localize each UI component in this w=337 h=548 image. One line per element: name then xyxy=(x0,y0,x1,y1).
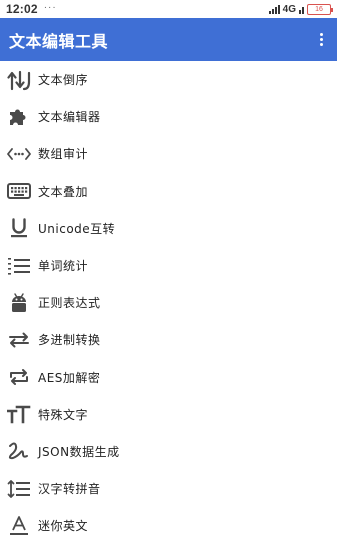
menu-item-base-convert[interactable]: 多进制转换 xyxy=(0,321,337,358)
menu-item-label: 迷你英文 xyxy=(38,519,89,534)
app-screen: 12:02 ··· 4G 16 文本编辑工具 文本倒序 文本编辑器 数组审计 文… xyxy=(0,0,337,548)
format-size-icon xyxy=(6,403,32,425)
menu-item-text-reverse[interactable]: 文本倒序 xyxy=(0,61,337,98)
status-right: 4G 16 xyxy=(268,3,333,15)
status-left: 12:02 ··· xyxy=(6,1,57,17)
menu-item-special-text[interactable]: 特殊文字 xyxy=(0,396,337,433)
menu-item-word-count[interactable]: 单词统计 xyxy=(0,247,337,284)
swap-vertical-icon xyxy=(6,69,32,91)
menu-item-json-generate[interactable]: JSON数据生成 xyxy=(0,433,337,470)
menu-item-label: 文本倒序 xyxy=(38,73,89,88)
menu-item-unicode-convert[interactable]: Unicode互转 xyxy=(0,210,337,247)
underline-icon xyxy=(6,217,32,239)
puzzle-icon xyxy=(6,106,32,128)
menu-item-mini-english[interactable]: 迷你英文 xyxy=(0,507,337,544)
repeat-icon xyxy=(6,366,32,388)
menu-item-label: 正则表达式 xyxy=(38,296,101,311)
signal-icon-2 xyxy=(299,4,304,14)
keyboard-icon xyxy=(6,180,32,202)
status-bar: 12:02 ··· 4G 16 xyxy=(0,0,337,18)
list-numbered-icon xyxy=(6,255,32,277)
battery-icon: 16 xyxy=(307,3,333,15)
menu-item-text-editor[interactable]: 文本编辑器 xyxy=(0,98,337,135)
code-dots-icon xyxy=(6,143,32,165)
menu-item-label: 特殊文字 xyxy=(38,407,89,422)
signal-icon xyxy=(268,4,280,14)
menu-item-aes[interactable]: AES加解密 xyxy=(0,359,337,396)
app-bar: 文本编辑工具 xyxy=(0,18,337,61)
swap-horizontal-icon xyxy=(6,329,32,351)
menu-item-label: 文本叠加 xyxy=(38,184,89,199)
network-type: 4G xyxy=(282,3,296,15)
notification-dots: ··· xyxy=(43,1,57,13)
menu-item-label: 多进制转换 xyxy=(38,333,101,348)
menu-item-pinyin[interactable]: 汉字转拼音 xyxy=(0,470,337,507)
status-time: 12:02 xyxy=(6,2,38,16)
menu-item-label: JSON数据生成 xyxy=(38,444,120,459)
menu-item-label: AES加解密 xyxy=(38,370,101,385)
menu-item-text-overlay[interactable]: 文本叠加 xyxy=(0,173,337,210)
gesture-icon xyxy=(6,440,32,462)
menu-item-label: Unicode互转 xyxy=(38,221,116,236)
menu-list: 文本倒序 文本编辑器 数组审计 文本叠加 Unicode互转 单词统计 正则表达… xyxy=(0,61,337,544)
menu-item-label: 文本编辑器 xyxy=(38,110,101,125)
text-a-icon xyxy=(6,515,32,537)
line-spacing-icon xyxy=(6,478,32,500)
menu-item-label: 数组审计 xyxy=(38,147,89,162)
more-vertical-icon[interactable] xyxy=(311,26,331,54)
app-title: 文本编辑工具 xyxy=(9,31,109,51)
menu-item-regex[interactable]: 正则表达式 xyxy=(0,284,337,321)
menu-item-label: 汉字转拼音 xyxy=(38,482,101,497)
android-icon xyxy=(6,292,32,314)
menu-item-label: 单词统计 xyxy=(38,259,89,274)
menu-item-array-audit[interactable]: 数组审计 xyxy=(0,135,337,172)
